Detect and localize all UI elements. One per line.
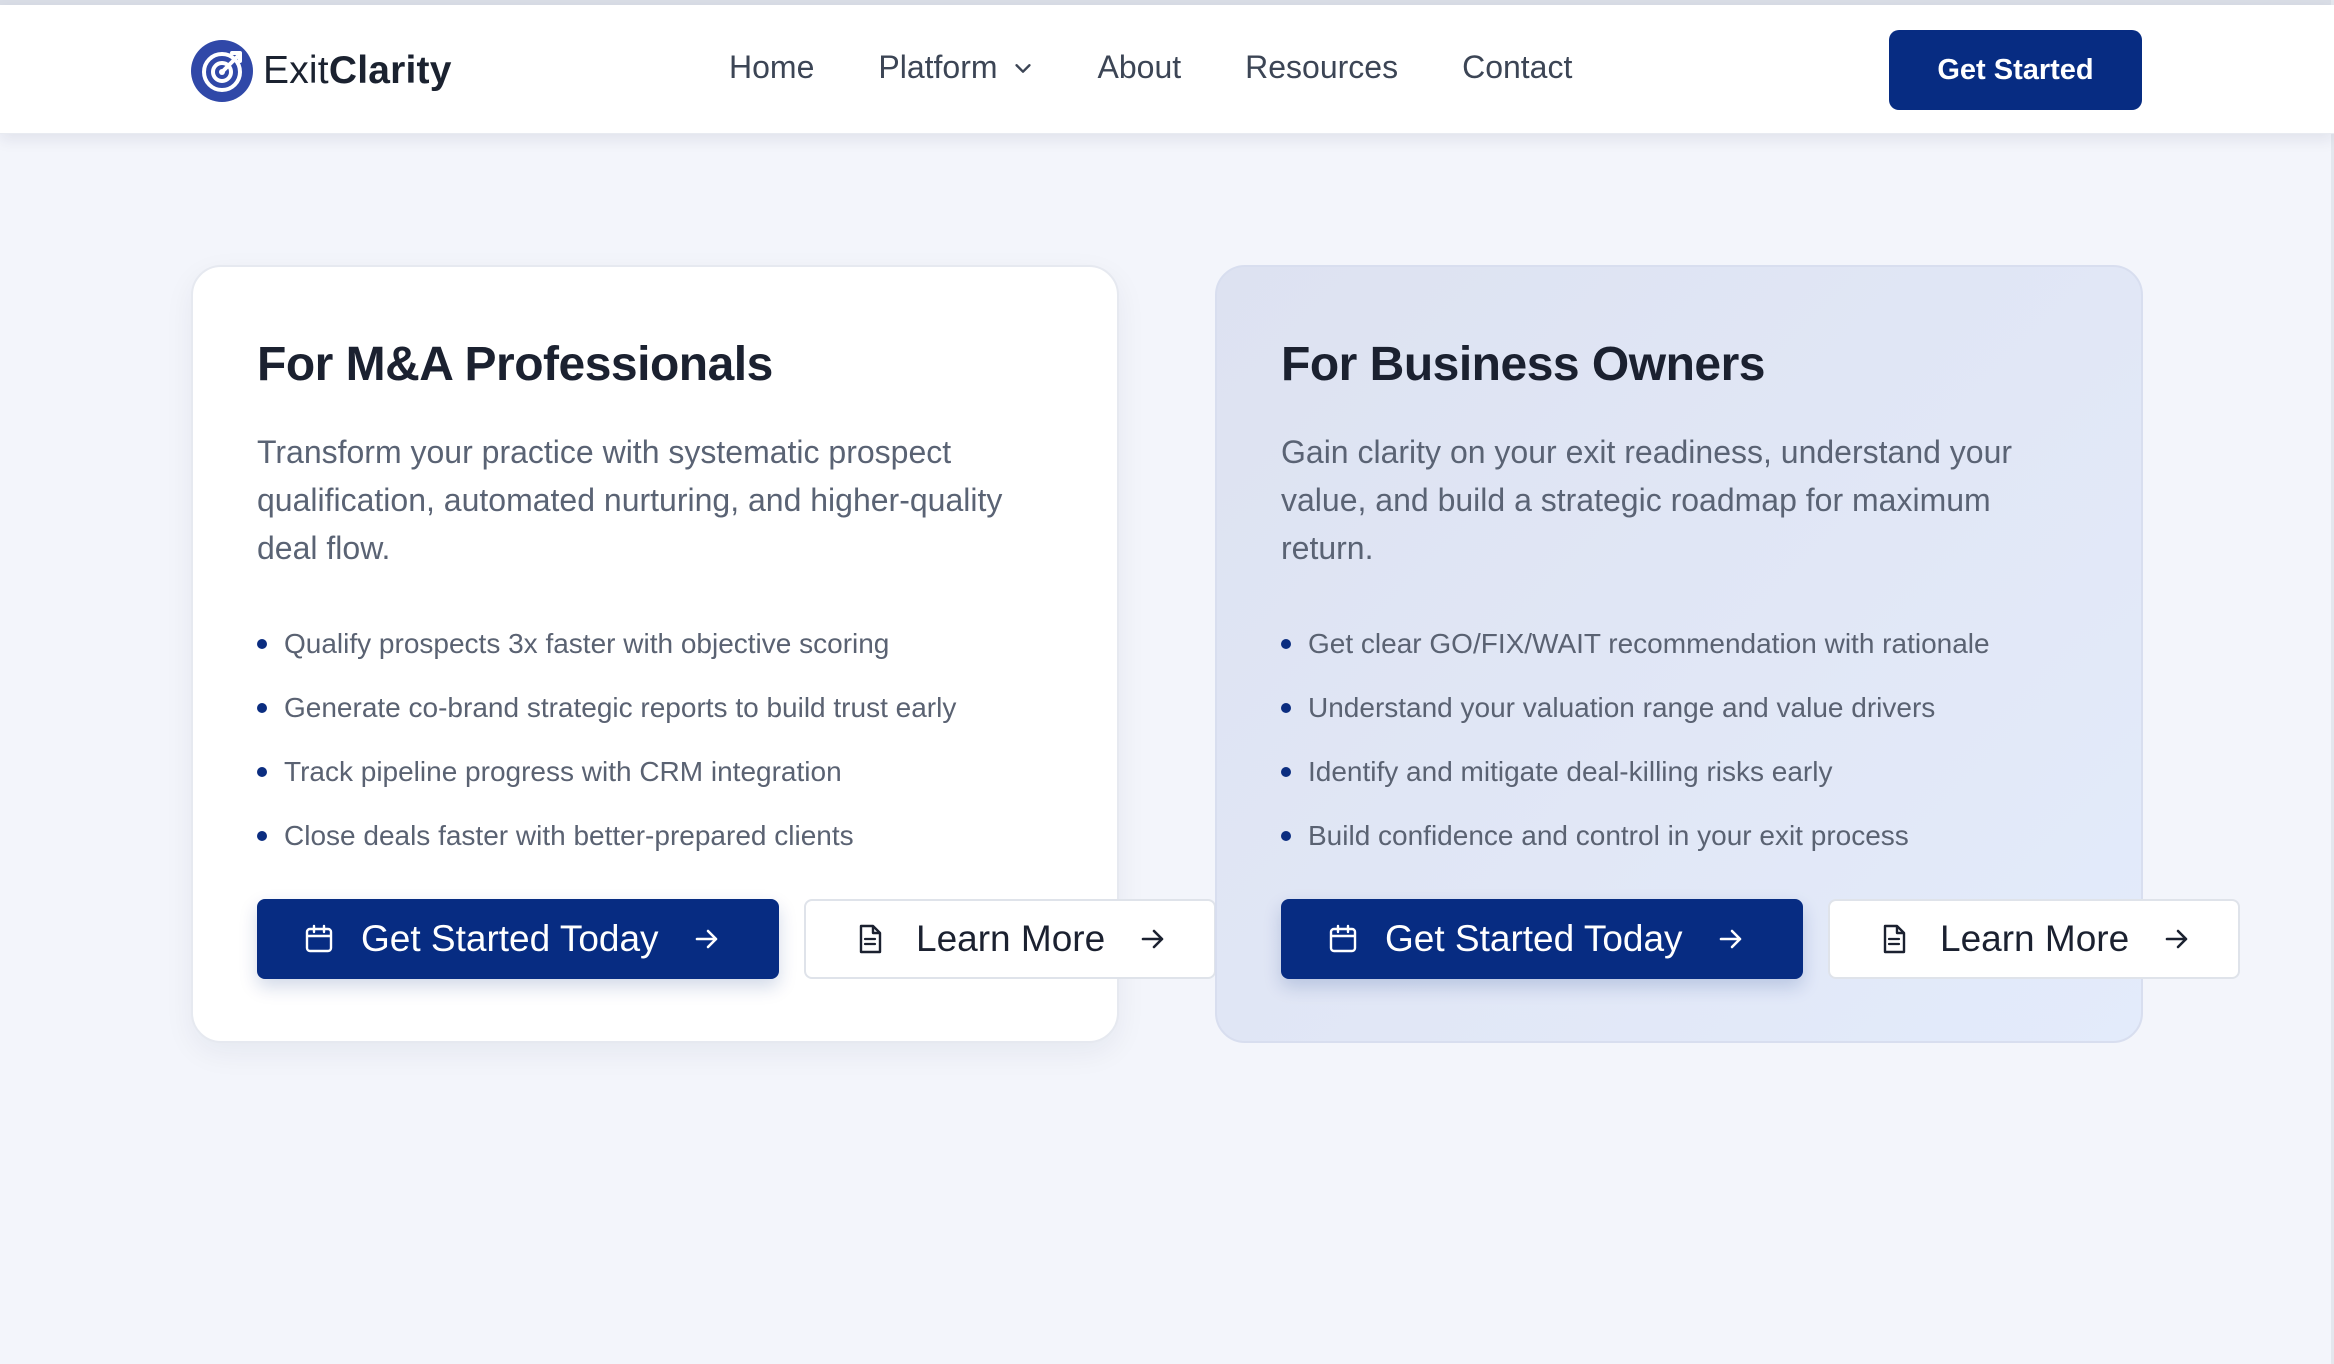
top-navigation: ExitClarity Home Platform About Resource… [0, 5, 2334, 134]
list-item-text: Generate co-brand strategic reports to b… [284, 692, 957, 723]
list-item-text: Get clear GO/FIX/WAIT recommendation wit… [1308, 628, 1990, 659]
list-item-text: Understand your valuation range and valu… [1308, 692, 1936, 723]
target-icon [191, 40, 253, 102]
bullet-dot [257, 639, 267, 649]
bullet-dot [257, 831, 267, 841]
brand-name-bold: Clarity [328, 49, 452, 92]
list-item: Build confidence and control in your exi… [1281, 804, 2077, 868]
chevron-down-icon [1014, 63, 1031, 73]
feature-list: Get clear GO/FIX/WAIT recommendation wit… [1281, 612, 2077, 868]
calendar-icon [1329, 924, 1357, 953]
list-item-text: Build confidence and control in your exi… [1308, 820, 1909, 851]
list-item-text: Qualify prospects 3x faster with objecti… [284, 628, 890, 659]
bullet-dot [1281, 831, 1291, 841]
card-description: Transform your practice with systematic … [257, 434, 1003, 566]
learn-more-button[interactable]: Learn More [1828, 899, 2240, 979]
arrow-right-icon [1719, 929, 1741, 949]
list-item-text: Track pipeline progress with CRM integra… [284, 756, 842, 787]
calendar-icon [305, 924, 333, 953]
button-label: Get Started Today [1385, 918, 1683, 959]
learn-more-button[interactable]: Learn More [804, 899, 1216, 979]
brand-name-light: Exit [263, 49, 329, 92]
button-label: Get Started Today [361, 918, 659, 959]
bullet-dot [257, 767, 267, 777]
nav-contact[interactable]: Contact [1462, 49, 1572, 86]
get-started-button[interactable]: Get Started [1889, 30, 2142, 110]
list-item-text: Close deals faster with better-prepared … [284, 820, 854, 851]
card-business-owners: For Business Owners Gain clarity on your… [1215, 265, 2240, 1043]
bullet-dot [1281, 703, 1291, 713]
nav-about[interactable]: About [1098, 49, 1182, 86]
feature-list: Qualify prospects 3x faster with objecti… [257, 612, 1053, 868]
brand-logo[interactable]: ExitClarity [190, 38, 452, 104]
nav-home[interactable]: Home [729, 49, 814, 86]
button-label: Learn More [916, 918, 1106, 959]
button-label: Learn More [1940, 918, 2130, 959]
list-item: Understand your valuation range and valu… [1281, 676, 2077, 740]
document-icon [1883, 924, 1906, 954]
card-actions: Get Started Today Learn More [257, 899, 1216, 979]
card-ma-professionals: For M&A Professionals Transform your pra… [191, 265, 1216, 1043]
arrow-right-icon [2165, 929, 2188, 949]
bullet-dot [1281, 767, 1291, 777]
card-actions: Get Started Today Learn More [1281, 899, 2240, 979]
list-item: Identify and mitigate deal-killing risks… [1281, 740, 2077, 804]
bullet-dot [1281, 639, 1291, 649]
list-item: Qualify prospects 3x faster with objecti… [257, 612, 1053, 676]
list-item-text: Identify and mitigate deal-killing risks… [1308, 756, 1833, 787]
nav-platform-label: Platform [878, 49, 998, 85]
document-icon [859, 924, 882, 954]
arrow-right-icon [695, 929, 717, 949]
list-item: Get clear GO/FIX/WAIT recommendation wit… [1281, 612, 2077, 676]
list-item: Track pipeline progress with CRM integra… [257, 740, 1053, 804]
brand-name: ExitClarity [263, 49, 452, 93]
get-started-today-button[interactable]: Get Started Today [1281, 899, 1803, 979]
main-menu: Home Platform About Resources Contact [729, 49, 1572, 86]
nav-resources[interactable]: Resources [1245, 49, 1398, 86]
nav-platform-dropdown[interactable]: Platform [878, 49, 1033, 86]
bullet-dot [257, 703, 267, 713]
list-item: Generate co-brand strategic reports to b… [257, 676, 1053, 740]
card-title: For Business Owners [1281, 338, 1765, 391]
card-title: For M&A Professionals [257, 338, 773, 391]
get-started-today-button[interactable]: Get Started Today [257, 899, 779, 979]
card-description: Gain clarity on your exit readiness, und… [1281, 434, 2013, 566]
list-item: Close deals faster with better-prepared … [257, 804, 1053, 868]
arrow-right-icon [1141, 929, 1164, 949]
